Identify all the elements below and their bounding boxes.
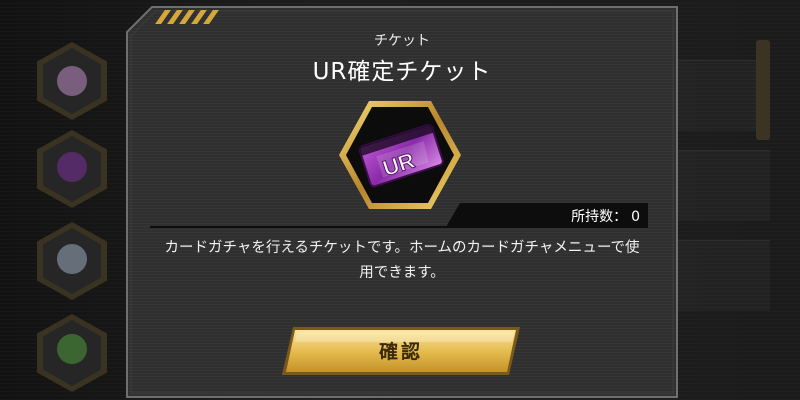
item-description: カードガチャを行えるチケットです。ホームのカードガチャメニューで使用できます。: [164, 240, 640, 281]
background-item-icon: [57, 66, 87, 96]
background-item-icon: [57, 244, 87, 274]
background-scrollbar: [756, 40, 770, 140]
held-count-value: 0: [631, 209, 640, 225]
confirm-button[interactable]: 確認: [281, 326, 521, 376]
background-item-icon: [57, 152, 87, 182]
count-underline: [150, 226, 648, 228]
background-item-icon: [57, 334, 87, 364]
held-count: 所持数： 0: [520, 206, 640, 226]
ticket-icon-frame: UR: [337, 99, 463, 211]
held-count-label: 所持数：: [571, 209, 628, 225]
item-category: チケット: [374, 33, 430, 49]
corner-stripes-decoration: [150, 10, 220, 24]
ur-ticket-icon: UR: [339, 101, 461, 209]
confirm-button-label: 確認: [378, 341, 423, 363]
item-title: UR確定チケット: [312, 59, 492, 85]
